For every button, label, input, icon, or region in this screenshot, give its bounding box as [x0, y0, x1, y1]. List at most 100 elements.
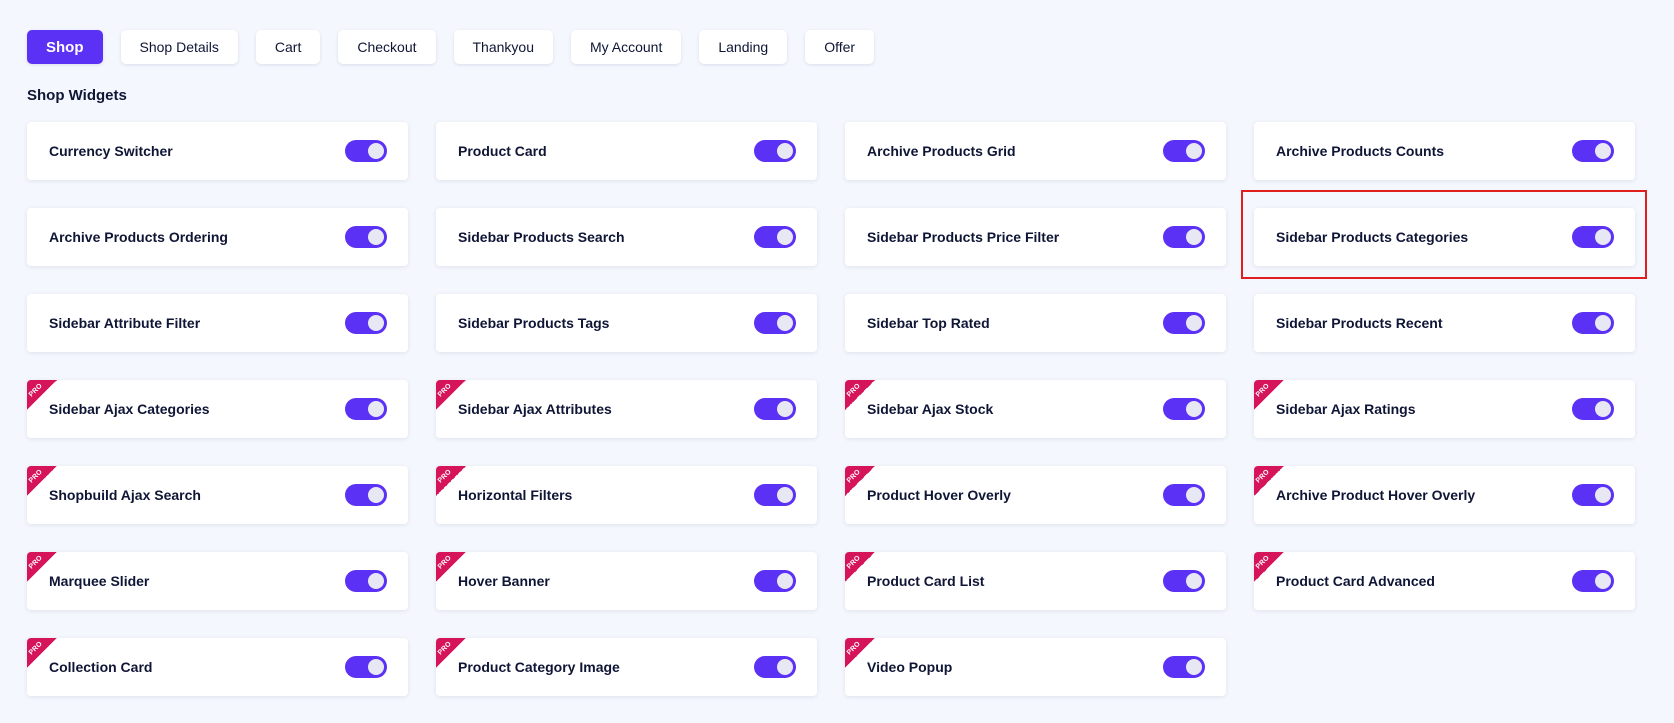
widget-label: Sidebar Ajax Stock	[867, 401, 994, 417]
widget-label: Product Card List	[867, 573, 985, 589]
toggle-knob	[368, 487, 384, 503]
pro-ribbon: PRO	[436, 638, 466, 668]
section-title: Shop Widgets	[27, 87, 127, 104]
widget-toggle-product-card-list[interactable]	[1163, 570, 1205, 592]
toggle-knob	[777, 659, 793, 675]
widget-toggle-product-card[interactable]	[754, 140, 796, 162]
page-tabs: Shop Shop Details Cart Checkout Thankyou My A…	[27, 30, 875, 64]
widget-label: Sidebar Top Rated	[867, 315, 990, 331]
widget-card-sidebar-ajax-ratings: PRO Sidebar Ajax Ratings	[1254, 380, 1635, 438]
widget-label: Collection Card	[49, 659, 153, 675]
pro-ribbon: PRO	[845, 552, 875, 582]
widget-grid: Currency Switcher Product Card Archive Pro…	[27, 122, 1635, 696]
widget-toggle-product-category-image[interactable]	[754, 656, 796, 678]
widget-toggle-archive-products-ordering[interactable]	[345, 226, 387, 248]
widget-toggle-sidebar-ajax-stock[interactable]	[1163, 398, 1205, 420]
widget-toggle-sidebar-products-search[interactable]	[754, 226, 796, 248]
pro-ribbon: PRO	[436, 466, 466, 496]
widget-card-marquee-slider: PRO Marquee Slider	[27, 552, 408, 610]
widget-card-sidebar-ajax-categories: PRO Sidebar Ajax Categories	[27, 380, 408, 438]
pro-ribbon: PRO	[27, 466, 57, 496]
tab-cart[interactable]: Cart	[255, 30, 321, 64]
widget-label: Video Popup	[867, 659, 953, 675]
widget-card-sidebar-ajax-stock: PRO Sidebar Ajax Stock	[845, 380, 1226, 438]
widget-toggle-horizontal-filters[interactable]	[754, 484, 796, 506]
widget-label: Archive Products Ordering	[49, 229, 228, 245]
widget-label: Product Card Advanced	[1276, 573, 1435, 589]
tab-shop-details[interactable]: Shop Details	[120, 30, 238, 64]
toggle-knob	[1595, 229, 1611, 245]
widget-toggle-archive-product-hover-overly[interactable]	[1572, 484, 1614, 506]
widget-label: Product Card	[458, 143, 547, 159]
tab-thankyou[interactable]: Thankyou	[453, 30, 553, 64]
widget-card-archive-products-counts: Archive Products Counts	[1254, 122, 1635, 180]
pro-badge-label: PRO	[436, 468, 453, 485]
widget-toggle-collection-card[interactable]	[345, 656, 387, 678]
widget-toggle-sidebar-attribute-filter[interactable]	[345, 312, 387, 334]
widget-toggle-archive-products-grid[interactable]	[1163, 140, 1205, 162]
widget-toggle-archive-products-counts[interactable]	[1572, 140, 1614, 162]
widget-toggle-currency-switcher[interactable]	[345, 140, 387, 162]
widget-label: Sidebar Ajax Categories	[49, 401, 210, 417]
pro-badge-label: PRO	[845, 554, 862, 571]
toggle-knob	[1186, 229, 1202, 245]
widget-toggle-sidebar-top-rated[interactable]	[1163, 312, 1205, 334]
pro-badge-label: PRO	[1254, 554, 1271, 571]
widget-label: Sidebar Ajax Ratings	[1276, 401, 1416, 417]
tab-offer[interactable]: Offer	[805, 30, 875, 64]
widget-toggle-sidebar-ajax-ratings[interactable]	[1572, 398, 1614, 420]
pro-ribbon: PRO	[1254, 552, 1284, 582]
toggle-knob	[1186, 573, 1202, 589]
pro-badge-label: PRO	[436, 382, 453, 399]
widget-label: Currency Switcher	[49, 143, 173, 159]
toggle-knob	[777, 401, 793, 417]
widget-toggle-shopbuild-ajax-search[interactable]	[345, 484, 387, 506]
widget-toggle-video-popup[interactable]	[1163, 656, 1205, 678]
pro-badge-label: PRO	[27, 640, 44, 657]
widget-label: Archive Product Hover Overly	[1276, 487, 1476, 503]
widget-card-shopbuild-ajax-search: PRO Shopbuild Ajax Search	[27, 466, 408, 524]
widget-toggle-sidebar-products-price-filter[interactable]	[1163, 226, 1205, 248]
widget-card-product-hover-overly: PRO Product Hover Overly	[845, 466, 1226, 524]
widget-toggle-sidebar-products-categories[interactable]	[1572, 226, 1614, 248]
pro-badge-label: PRO	[436, 640, 453, 657]
widget-toggle-sidebar-ajax-categories[interactable]	[345, 398, 387, 420]
widget-card-sidebar-products-categories: Sidebar Products Categories	[1254, 208, 1635, 266]
widget-toggle-hover-banner[interactable]	[754, 570, 796, 592]
widget-card-horizontal-filters: PRO Horizontal Filters	[436, 466, 817, 524]
widget-label: Sidebar Products Recent	[1276, 315, 1443, 331]
pro-badge-label: PRO	[27, 468, 44, 485]
toggle-knob	[1186, 315, 1202, 331]
toggle-knob	[777, 143, 793, 159]
pro-ribbon: PRO	[436, 380, 466, 410]
toggle-knob	[1186, 143, 1202, 159]
toggle-knob	[368, 229, 384, 245]
widget-toggle-marquee-slider[interactable]	[345, 570, 387, 592]
widget-label: Sidebar Products Search	[458, 229, 625, 245]
widget-card-archive-product-hover-overly: PRO Archive Product Hover Overly	[1254, 466, 1635, 524]
widget-toggle-sidebar-products-recent[interactable]	[1572, 312, 1614, 334]
widget-toggle-sidebar-products-tags[interactable]	[754, 312, 796, 334]
widget-card-currency-switcher: Currency Switcher	[27, 122, 408, 180]
tab-shop[interactable]: Shop	[27, 30, 103, 64]
pro-ribbon: PRO	[845, 638, 875, 668]
tab-my-account[interactable]: My Account	[570, 30, 682, 64]
widget-toggle-product-card-advanced[interactable]	[1572, 570, 1614, 592]
widget-card-product-card-list: PRO Product Card List	[845, 552, 1226, 610]
widget-card-video-popup: PRO Video Popup	[845, 638, 1226, 696]
widget-label: Sidebar Attribute Filter	[49, 315, 201, 331]
pro-badge-label: PRO	[27, 382, 44, 399]
widget-toggle-sidebar-ajax-attributes[interactable]	[754, 398, 796, 420]
pro-ribbon: PRO	[1254, 380, 1284, 410]
toggle-knob	[777, 229, 793, 245]
widget-card-archive-products-ordering: Archive Products Ordering	[27, 208, 408, 266]
pro-ribbon: PRO	[1254, 466, 1284, 496]
widget-card-sidebar-products-recent: Sidebar Products Recent	[1254, 294, 1635, 352]
tab-landing[interactable]: Landing	[699, 30, 788, 64]
pro-ribbon: PRO	[845, 466, 875, 496]
pro-badge-label: PRO	[1254, 468, 1271, 485]
pro-badge-label: PRO	[27, 554, 44, 571]
tab-checkout[interactable]: Checkout	[338, 30, 436, 64]
pro-ribbon: PRO	[27, 380, 57, 410]
widget-toggle-product-hover-overly[interactable]	[1163, 484, 1205, 506]
